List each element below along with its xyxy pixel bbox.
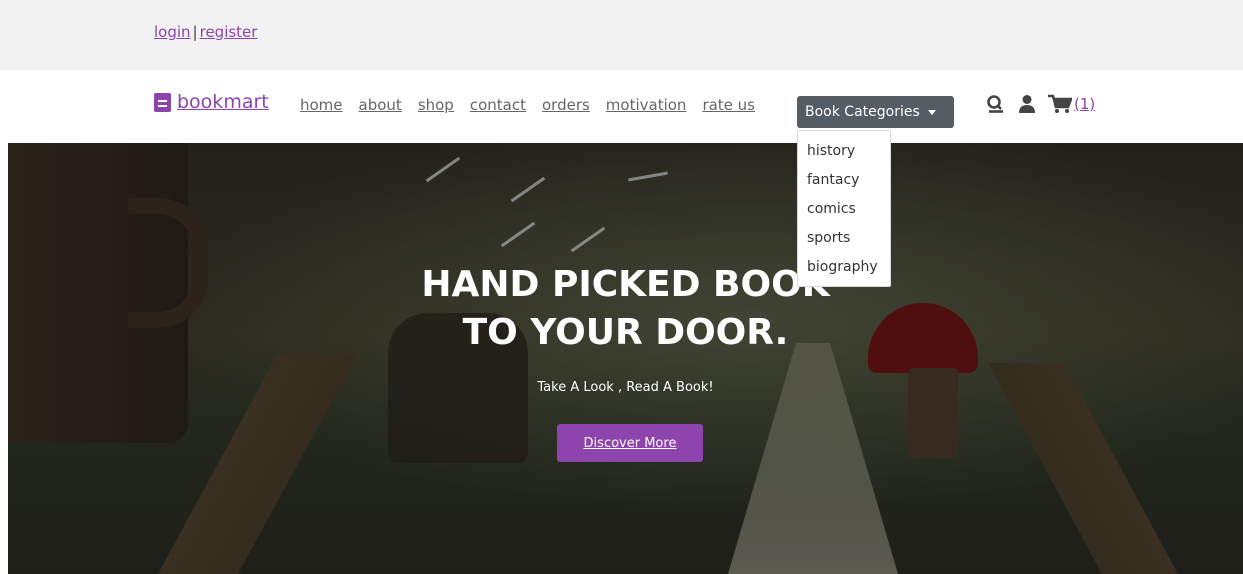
cart-count[interactable]: (1) xyxy=(1074,95,1095,113)
hero-title-line-2: TO YOUR DOOR. xyxy=(462,312,789,353)
dropdown-item-comics[interactable]: comics xyxy=(798,195,890,224)
nav-home[interactable]: home xyxy=(300,96,343,114)
dropdown-item-sports[interactable]: sports xyxy=(798,224,890,253)
dropdown-item-biography[interactable]: biography xyxy=(798,253,890,282)
top-bar: login | register xyxy=(0,0,1243,70)
book-categories-button[interactable]: Book Categories xyxy=(797,96,954,128)
auth-links: login | register xyxy=(154,23,257,41)
nav-motivation[interactable]: motivation xyxy=(606,96,687,114)
nav-shop[interactable]: shop xyxy=(418,96,454,114)
hero-title-line-1: HAND PICKED BOOK xyxy=(421,264,830,305)
hero-banner: HAND PICKED BOOK TO YOUR DOOR. Take A Lo… xyxy=(8,143,1243,574)
cart-icon[interactable] xyxy=(1048,94,1072,114)
user-icon[interactable] xyxy=(1018,94,1036,114)
login-link[interactable]: login xyxy=(154,23,191,41)
book-categories-label: Book Categories xyxy=(805,104,920,120)
dropdown-item-history[interactable]: history xyxy=(798,137,890,166)
dropdown-item-fantacy[interactable]: fantacy xyxy=(798,166,890,195)
discover-more-button[interactable]: Discover More xyxy=(557,424,703,462)
logo-text: bookmart xyxy=(177,91,269,113)
nav-orders[interactable]: orders xyxy=(542,96,590,114)
register-link[interactable]: register xyxy=(200,23,258,41)
nav-contact[interactable]: contact xyxy=(470,96,526,114)
nav-links: home about shop contact orders motivatio… xyxy=(300,96,771,114)
nav-rate-us[interactable]: rate us xyxy=(702,96,755,114)
search-icon[interactable] xyxy=(986,94,1006,114)
nav-about[interactable]: about xyxy=(359,96,402,114)
nav-icons: (1) xyxy=(986,94,1095,114)
book-icon xyxy=(154,92,171,112)
logo-link[interactable]: bookmart xyxy=(154,91,269,113)
hero-title: HAND PICKED BOOK TO YOUR DOOR. xyxy=(8,261,1243,357)
categories-dropdown: history fantacy comics sports biography xyxy=(797,130,891,287)
hero-content: HAND PICKED BOOK TO YOUR DOOR. Take A Lo… xyxy=(8,143,1243,574)
main-navbar: bookmart home about shop contact orders … xyxy=(0,70,1243,144)
auth-separator: | xyxy=(192,23,198,41)
hero-subtitle: Take A Look , Read A Book! xyxy=(537,380,714,395)
caret-down-icon xyxy=(927,109,936,115)
